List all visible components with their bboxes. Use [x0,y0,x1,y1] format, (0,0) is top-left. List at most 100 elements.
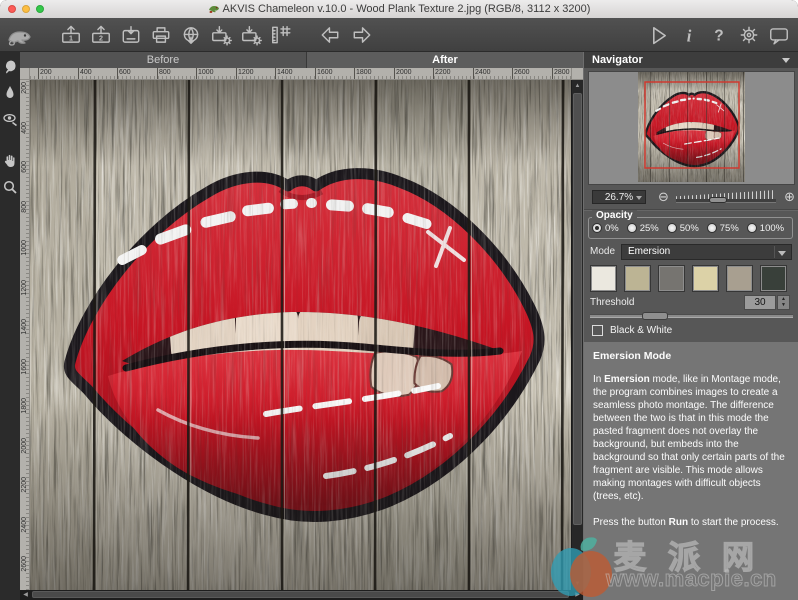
ruler-grid-icon [270,24,292,46]
hruler-label: 1000 [196,68,214,80]
svg-text:2: 2 [99,34,103,42]
app-logo-button[interactable] [6,23,34,47]
vruler-label: 1000 [20,240,29,256]
opacity-radio-0-label: 0% [605,223,619,234]
save-icon [120,24,142,46]
horizontal-scrollbar-thumb[interactable] [32,591,569,598]
color-swatch-4[interactable] [692,265,719,292]
color-swatches [590,265,793,292]
mode-dropdown[interactable]: Emersion [621,244,792,260]
fragment-tool-button[interactable] [2,59,18,75]
color-swatch-1[interactable] [590,265,617,292]
zoom-slider-thumb[interactable] [709,197,727,203]
hruler-label: 200 [38,68,52,80]
scroll-right-icon[interactable]: ▶ [572,590,583,600]
tab-after[interactable]: After [307,52,583,68]
navigator-header[interactable]: Navigator [584,52,798,68]
preferences-button[interactable] [738,24,760,46]
hruler-label: 1800 [354,68,372,80]
undo-button[interactable] [318,24,342,46]
hand-tool-button[interactable] [2,153,18,169]
zoom-percent-value: 26.7% [605,192,633,203]
scroll-down-icon[interactable]: ▼ [572,578,583,590]
open-first-image-button[interactable]: 1 [60,24,82,46]
title-bar[interactable]: AKVIS Chameleon v.10.0 - Wood Plank Text… [0,0,798,19]
export-preset-button[interactable] [210,24,232,46]
run-button[interactable] [646,23,670,47]
arrow-left-icon [318,24,342,46]
drop-tool-button[interactable] [2,85,18,101]
zoom-dropdown-caret-icon [636,196,642,200]
vertical-ruler: 200 400 600 800 1000 1200 1400 1600 1800… [20,80,30,590]
tab-before[interactable]: Before [20,52,307,68]
view-tabs: Before After [20,52,583,68]
ruler-corner [20,68,30,80]
hruler-label: 1600 [315,68,333,80]
opacity-radio-75[interactable] [707,223,717,233]
horizontal-scrollbar[interactable]: ◀ ▶ [20,590,583,600]
navigator-thumbnail[interactable] [588,71,795,185]
lips-on-wood-image [30,80,571,590]
feedback-button[interactable] [768,24,790,46]
import-preset-button[interactable] [240,24,262,46]
zoom-in-button[interactable]: ⊕ [784,188,795,206]
share-online-button[interactable] [180,24,202,46]
help-heading: Emersion Mode [593,350,789,362]
threshold-slider-thumb[interactable] [642,312,668,320]
vruler-label: 2000 [20,438,29,454]
open-second-image-icon: 2 [90,24,112,46]
threshold-spinner[interactable]: ▲ ▼ [777,295,790,310]
mode-dropdown-caret-icon [778,251,786,256]
zoom-percent-dropdown[interactable]: 26.7% [592,190,646,204]
hruler-label: 2200 [433,68,451,80]
opacity-radio-50[interactable] [667,223,677,233]
horizontal-ruler: 200 400 600 800 1000 1200 1400 1600 1800… [30,68,571,80]
magnifier-icon [2,179,18,195]
vruler-label: 2200 [20,477,29,493]
about-button[interactable]: i [678,24,700,46]
black-white-checkbox[interactable] [592,325,603,336]
drop-tool-icon [2,85,18,101]
preferences-size-button[interactable] [270,24,292,46]
opacity-radio-0[interactable] [592,223,602,233]
color-swatch-2[interactable] [624,265,651,292]
print-icon [150,24,172,46]
opacity-radio-25[interactable] [627,223,637,233]
hruler-label: 400 [78,68,92,80]
zoom-tool-button[interactable] [2,179,18,195]
color-swatch-3[interactable] [658,265,685,292]
share-globe-icon [180,24,202,46]
vruler-label: 200 [20,82,29,94]
vruler-label: 600 [20,161,29,173]
hand-tool-icon [2,153,18,169]
opacity-radio-100[interactable] [747,223,757,233]
fragment-tool-icon [2,59,18,75]
hruler-label: 1400 [275,68,293,80]
open-second-image-button[interactable]: 2 [90,24,112,46]
vertical-scrollbar-thumb[interactable] [573,93,582,525]
canvas-after-view[interactable] [30,80,571,590]
spinner-down-icon[interactable]: ▼ [778,302,789,308]
threshold-slider[interactable] [590,314,793,318]
scroll-left-icon[interactable]: ◀ [20,590,31,600]
color-swatch-6[interactable] [760,265,787,292]
collapse-caret-icon[interactable] [782,58,790,63]
navigator-title: Navigator [592,54,643,66]
zoom-slider[interactable] [676,190,776,204]
color-swatch-5[interactable] [726,265,753,292]
eye-pencil-tool-button[interactable] [2,111,18,127]
print-button[interactable] [150,24,172,46]
help-button[interactable]: ? [708,24,730,46]
threshold-value-field[interactable]: 30 [744,295,776,310]
vruler-label: 2400 [20,517,29,533]
ruler-corner-right [571,68,583,80]
open-first-image-icon: 1 [60,24,82,46]
zoom-out-button[interactable]: ⊖ [658,188,669,206]
redo-button[interactable] [350,24,374,46]
hruler-label: 1200 [236,68,254,80]
opacity-radio-25-label: 25% [640,223,659,234]
opacity-radio-75-label: 75% [720,223,739,234]
scroll-up-icon[interactable]: ▲ [572,80,583,92]
vertical-scrollbar[interactable]: ▲ ▼ [571,80,583,590]
save-button[interactable] [120,24,142,46]
